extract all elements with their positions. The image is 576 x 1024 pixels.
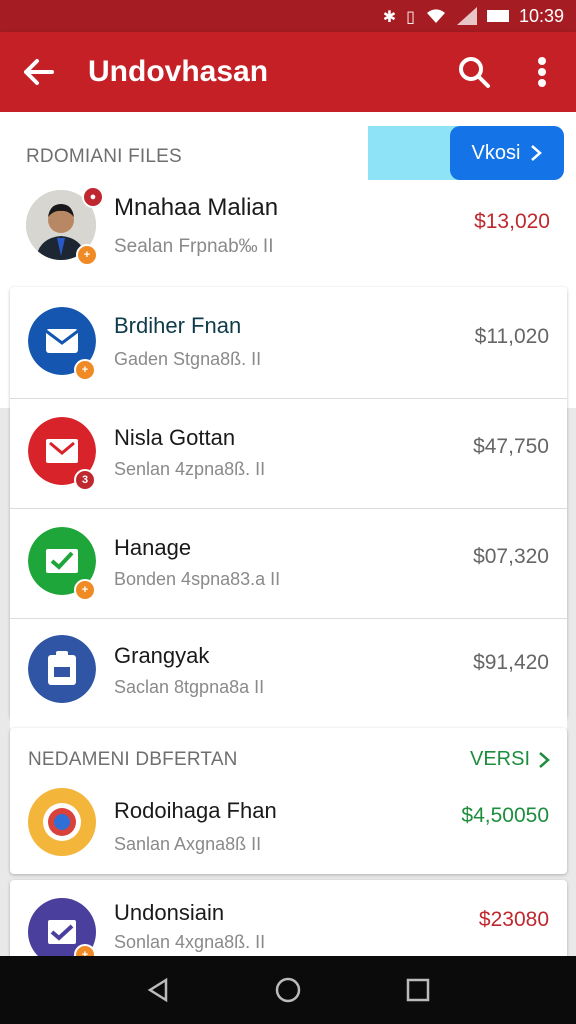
more-vert-icon xyxy=(538,57,546,87)
nav-recents-button[interactable] xyxy=(398,970,438,1010)
wifi-icon xyxy=(426,9,445,23)
chevron-right-icon xyxy=(531,145,543,161)
circle-home-icon xyxy=(275,977,301,1003)
back-button[interactable] xyxy=(18,50,62,94)
status-badge: + xyxy=(74,359,96,381)
status-badge: + xyxy=(74,579,96,601)
status-bar: ✱ ▯ 10:39 xyxy=(0,0,576,32)
view-more-link[interactable]: VERSI xyxy=(470,748,550,771)
list-item[interactable]: + Hanage Bonden 4spna83.a II $07,320 xyxy=(10,509,567,619)
item-subtitle: Gaden Stgna8ß. II xyxy=(114,349,262,369)
item-amount: $91,420 xyxy=(473,651,549,674)
chevron-right-icon xyxy=(539,751,550,768)
navigation-bar xyxy=(0,956,576,1024)
item-name: Hanage xyxy=(114,535,192,560)
list-item[interactable]: Rodoihaga Fhan Sanlan Axgna8ß II $4,5005… xyxy=(10,780,567,872)
arrow-left-icon xyxy=(24,59,54,85)
notification-badge: ● xyxy=(82,186,104,208)
square-recents-icon xyxy=(406,978,430,1002)
clock: 10:39 xyxy=(518,5,564,26)
view-files-button[interactable]: Vkosi xyxy=(450,126,564,180)
signal-icon xyxy=(456,7,477,25)
item-name: Nisla Gottan xyxy=(114,425,236,450)
item-amount: $47,750 xyxy=(473,435,549,458)
view-more-label: VERSI xyxy=(470,748,531,770)
item-name: Grangyak xyxy=(114,643,210,668)
featured-amount: $13,020 xyxy=(474,210,550,233)
item-subtitle: Bonden 4spna83.a II xyxy=(114,569,281,589)
view-files-label: Vkosi xyxy=(471,141,521,164)
item-amount: $07,320 xyxy=(473,545,549,568)
section-files-title: RDOMIANI FILES xyxy=(26,146,182,167)
clipboard-icon xyxy=(28,635,96,703)
item-name: Undonsiain xyxy=(114,900,225,925)
status-icons: ✱ ▯ 10:39 xyxy=(383,4,564,28)
list-item[interactable]: Grangyak Saclan 8tgpna8a II $91,420 xyxy=(10,619,567,729)
status-badge: 3 xyxy=(74,469,96,491)
vibrate-icon: ▯ xyxy=(406,6,415,26)
featured-list-item[interactable]: ● + Mnahaa Malian Sealan Frpnab‰ II $13,… xyxy=(0,182,576,286)
list-item[interactable]: 3 Nisla Gottan Senlan 4zpna8ß. II $47,75… xyxy=(10,399,567,509)
nav-back-button[interactable] xyxy=(138,970,178,1010)
section-2-title: NEDAMENI DBFERTAN xyxy=(28,749,238,770)
item-name: Rodoihaga Fhan xyxy=(114,798,277,823)
item-subtitle: Saclan 8tgpna8a II xyxy=(114,677,265,697)
featured-name: Mnahaa Malian xyxy=(114,194,279,221)
item-amount: $11,020 xyxy=(474,325,549,348)
bluetooth-icon: ✱ xyxy=(382,6,397,26)
status-badge: + xyxy=(76,244,98,266)
list-item[interactable]: + Brdiher Fnan Gaden Stgna8ß. II $11,020 xyxy=(10,289,567,399)
more-options-button[interactable] xyxy=(520,50,564,94)
item-subtitle: Sonlan 4xgna8ß. II xyxy=(114,932,266,952)
app-bar: Undovhasan xyxy=(0,32,576,112)
item-amount: $4,50050 xyxy=(461,804,549,827)
nav-home-button[interactable] xyxy=(268,970,308,1010)
search-button[interactable] xyxy=(452,50,496,94)
item-subtitle: Senlan 4zpna8ß. II xyxy=(114,459,266,479)
list-item[interactable]: + Undonsiain Sonlan 4xgna8ß. II $23080 xyxy=(10,880,567,966)
browser-app-icon xyxy=(28,788,96,856)
item-amount: $23080 xyxy=(478,908,549,931)
item-subtitle: Sanlan Axgna8ß II xyxy=(114,834,262,854)
featured-subtitle: Sealan Frpnab‰ II xyxy=(114,236,274,257)
battery-icon xyxy=(486,10,509,22)
triangle-back-icon xyxy=(147,977,168,1003)
item-name: Brdiher Fnan xyxy=(114,313,242,338)
search-icon xyxy=(459,57,490,88)
app-title: Undovhasan xyxy=(88,55,269,88)
